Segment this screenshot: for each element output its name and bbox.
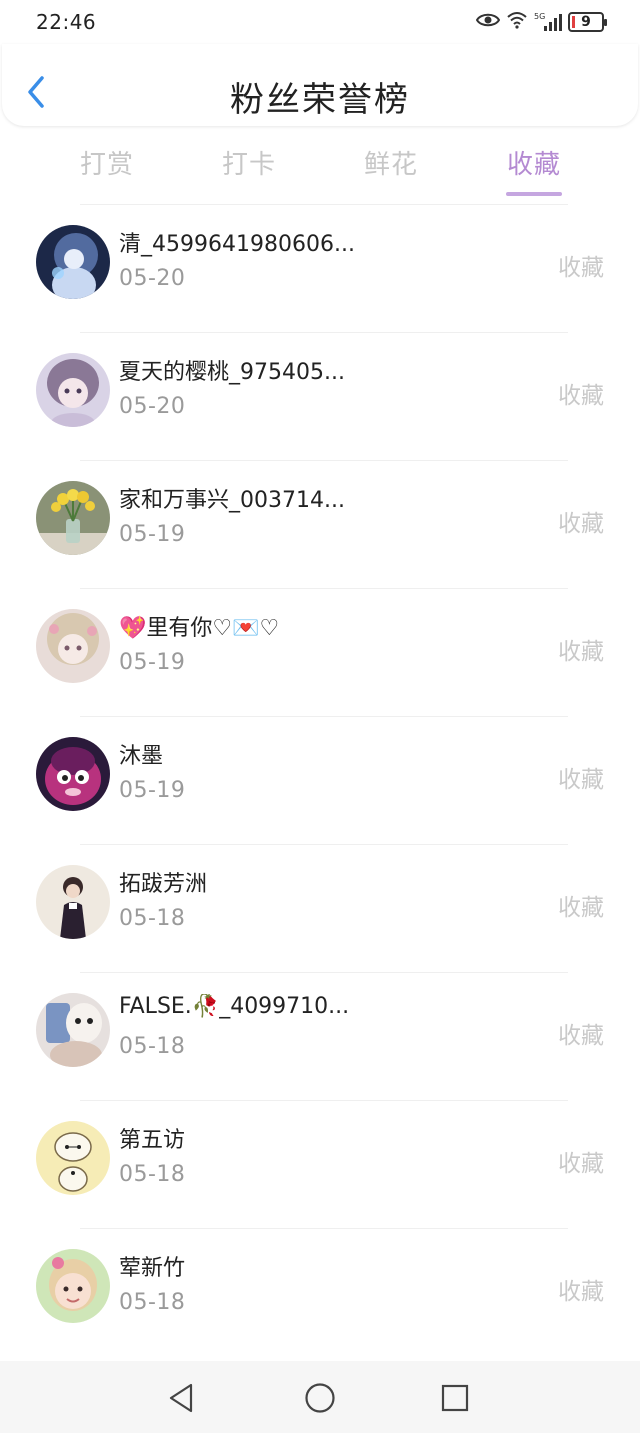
list-item[interactable]: 家和万事兴_003714... 05-19 收藏	[0, 460, 640, 588]
list-item[interactable]: 荤新竹 05-18 收藏	[0, 1228, 640, 1356]
battery-icon: 9	[568, 12, 607, 32]
fan-name: 家和万事兴_003714...	[119, 488, 345, 513]
header: 粉丝荣誉榜	[2, 44, 638, 126]
fan-date: 05-19	[119, 522, 186, 547]
fan-date: 05-20	[119, 266, 186, 291]
fan-name: 夏天的樱桃_975405...	[119, 360, 345, 385]
divider	[80, 1100, 568, 1101]
favorite-label: 收藏	[558, 639, 604, 665]
fan-name: 第五访	[119, 1128, 186, 1153]
fan-name: 沐墨	[119, 744, 164, 769]
favorite-label: 收藏	[558, 1279, 604, 1305]
recents-square-icon	[441, 1384, 469, 1412]
fan-name: 💖里有你♡💌♡	[119, 616, 280, 641]
list-item[interactable]: 夏天的樱桃_975405... 05-20 收藏	[0, 332, 640, 460]
favorite-label: 收藏	[558, 767, 604, 793]
list-item[interactable]: 沐墨 05-19 收藏	[0, 716, 640, 844]
tab-flowers[interactable]: 鲜花	[341, 144, 441, 181]
avatar[interactable]	[36, 737, 110, 811]
wifi-icon	[506, 11, 528, 33]
fan-list: 清_4599641980606... 05-20 收藏 夏天的樱桃_975405…	[0, 204, 640, 1356]
fan-date: 05-20	[119, 394, 186, 419]
fan-name: FALSE.🥀_4099710...	[119, 994, 350, 1019]
divider	[80, 972, 568, 973]
avatar[interactable]	[36, 481, 110, 555]
fan-name: 拓跋芳洲	[119, 872, 208, 897]
avatar[interactable]	[36, 993, 110, 1067]
list-item[interactable]: 第五访 05-18 收藏	[0, 1100, 640, 1228]
eye-icon	[475, 12, 501, 32]
avatar[interactable]	[36, 225, 110, 299]
divider	[80, 460, 568, 461]
status-time: 22:46	[36, 10, 97, 34]
divider	[80, 588, 568, 589]
favorite-label: 收藏	[558, 1151, 604, 1177]
nav-home-button[interactable]	[303, 1381, 337, 1415]
fan-date: 05-18	[119, 1034, 186, 1059]
tab-favorites[interactable]: 收藏	[484, 144, 584, 181]
favorite-label: 收藏	[558, 1023, 604, 1049]
signal-icon: 5G	[534, 12, 562, 32]
tab-active-indicator	[506, 192, 562, 196]
back-triangle-icon	[169, 1383, 193, 1413]
avatar[interactable]	[36, 1121, 110, 1195]
battery-level	[572, 16, 575, 28]
nav-back-button[interactable]	[165, 1381, 199, 1415]
home-circle-icon	[305, 1383, 335, 1413]
page-title: 粉丝荣誉榜	[230, 80, 410, 120]
list-item[interactable]: 拓跋芳洲 05-18 收藏	[0, 844, 640, 972]
divider	[80, 844, 568, 845]
avatar[interactable]	[36, 865, 110, 939]
nav-recents-button[interactable]	[438, 1381, 472, 1415]
avatar[interactable]	[36, 1249, 110, 1323]
fan-name: 荤新竹	[119, 1256, 186, 1281]
fan-date: 05-19	[119, 650, 186, 675]
tab-reward[interactable]: 打赏	[57, 144, 157, 181]
list-item[interactable]: FALSE.🥀_4099710... 05-18 收藏	[0, 972, 640, 1100]
tab-checkin[interactable]: 打卡	[199, 144, 299, 181]
battery-text: 9	[581, 14, 591, 30]
status-icons: 5G 9	[475, 9, 607, 35]
list-item[interactable]: 💖里有你♡💌♡ 05-19 收藏	[0, 588, 640, 716]
fan-date: 05-18	[119, 1290, 186, 1315]
divider	[80, 332, 568, 333]
system-nav-bar	[0, 1361, 640, 1433]
list-item[interactable]: 清_4599641980606... 05-20 收藏	[0, 204, 640, 332]
fan-date: 05-18	[119, 1162, 186, 1187]
avatar[interactable]	[36, 353, 110, 427]
fan-name: 清_4599641980606...	[119, 232, 355, 257]
avatar[interactable]	[36, 609, 110, 683]
favorite-label: 收藏	[558, 383, 604, 409]
status-bar: 22:46 5G 9	[0, 0, 640, 44]
favorite-label: 收藏	[558, 895, 604, 921]
fan-date: 05-18	[119, 906, 186, 931]
favorite-label: 收藏	[558, 255, 604, 281]
fan-date: 05-19	[119, 778, 186, 803]
favorite-label: 收藏	[558, 511, 604, 537]
network-label: 5G	[534, 12, 545, 21]
divider	[80, 204, 568, 205]
tab-bar: 打赏 打卡 鲜花 收藏	[0, 140, 640, 202]
divider	[80, 716, 568, 717]
divider	[80, 1228, 568, 1229]
